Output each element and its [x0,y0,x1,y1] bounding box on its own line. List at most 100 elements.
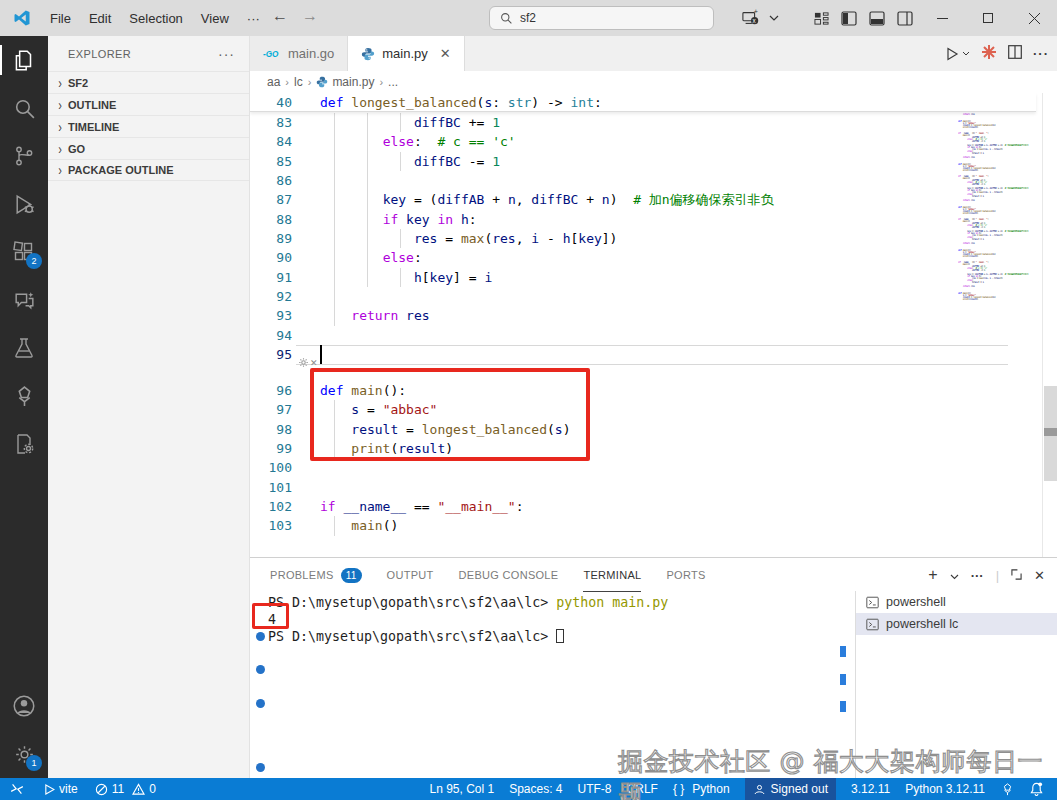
panel-more-icon[interactable]: ··· [971,568,984,583]
python-file-icon [361,47,375,61]
terminal-command: python main.py [556,595,668,610]
svg-text:+: + [754,9,758,16]
tab-main-go[interactable]: -GO main.go [250,36,348,71]
activity-source-control[interactable] [0,132,48,180]
breadcrumb: aa› lc› main.py› ... [250,71,1057,93]
terminal-cursor [556,629,564,643]
toggle-secondary-sidebar-icon[interactable] [891,0,919,36]
breadcrumb-item[interactable]: aa [267,75,280,89]
svg-text:-GO: -GO [263,50,279,59]
tab-main-py[interactable]: main.py ✕ [348,36,464,71]
activity-search[interactable] [0,84,48,132]
nav-back-icon[interactable]: ← [272,7,288,25]
code-line: 100 [250,458,1036,477]
activity-explorer[interactable] [0,36,48,84]
activity-account[interactable] [0,682,48,730]
vscode-window: File Edit Selection View ··· ← → sf2 +x [0,0,1057,800]
status-encoding[interactable]: UTF-8 [578,782,612,796]
editor-group: -GO main.go main.py ✕ ··· aa› lc› main.p… [250,36,1057,557]
menu-edit[interactable]: Edit [80,7,120,30]
sidebar-section-timeline[interactable]: ›TIMELINE [48,115,249,137]
activity-knot-extension[interactable] [0,372,48,420]
sidebar-more-icon[interactable]: ··· [218,46,235,62]
command-decoration-dot[interactable] [256,665,265,674]
sidebar-section-package-outline[interactable]: ›PACKAGE OUTLINE [48,159,249,181]
terminal-icon [866,596,879,609]
toggle-sidebar-icon[interactable] [835,0,863,36]
sidebar-section-go[interactable]: ›GO [48,137,249,159]
minimap[interactable]: diffBC += 1 else: # c == 'c' diffBC -= 1… [958,93,1034,557]
activity-file-gear-extension[interactable] [0,420,48,468]
split-editor-icon[interactable] [1008,45,1022,62]
search-icon [12,96,37,121]
search-icon [500,12,513,25]
code-line: 87 key = (diffAB + n, diffBC + n) # 加n偏移… [250,190,1036,209]
editor-more-icon[interactable]: ··· [1033,46,1049,61]
terminal-output[interactable]: PS D:\mysetup\gopath\src\sf2\aa\lc> pyth… [268,594,668,645]
menu-selection[interactable]: Selection [120,7,191,30]
watermark: 掘金技术社区 @ 福大大架构师每日一题 [618,745,1057,800]
starburst-extension-icon[interactable] [981,44,997,63]
sidebar-section-outline[interactable]: ›OUTLINE [48,93,249,115]
activity-settings[interactable]: 1 [0,730,48,778]
command-search-box[interactable]: sf2 [489,6,714,30]
activity-chat[interactable] [0,276,48,324]
screencast-chevron-icon[interactable] [765,0,783,36]
activity-testing[interactable] [0,324,48,372]
command-decoration-dot[interactable] [256,699,265,708]
activity-run-debug[interactable] [0,180,48,228]
panel-tab-ports[interactable]: PORTS [666,558,705,592]
terminal-dropdown-icon[interactable] [950,568,959,583]
tab-close-icon[interactable]: ✕ [440,46,451,61]
remote-indicator[interactable] [10,782,24,796]
menu-file[interactable]: File [41,7,80,30]
sidebar-section-sf2[interactable]: ›SF2 [48,71,249,93]
sticky-scroll-line[interactable]: 40def longest_balanced(s: str) -> int: [250,93,1036,112]
play-icon [44,784,55,795]
menu-more[interactable]: ··· [238,7,269,30]
panel-tab-debug-console[interactable]: DEBUG CONSOLE [459,558,559,592]
beaker-icon [12,336,36,360]
toggle-panel-icon[interactable] [863,0,891,36]
scrollbar-mark [840,646,846,657]
title-bar: File Edit Selection View ··· ← → sf2 +x [0,0,1057,36]
annotation-box-code [310,368,590,461]
tab-label: main.py [382,46,428,61]
window-maximize-button[interactable] [965,0,1011,36]
warning-icon [132,783,145,796]
code-line: 86 [250,171,1036,190]
status-problems[interactable]: 11 0 [95,782,156,796]
screencast-icon[interactable]: +x [737,0,765,36]
panel-tab-problems[interactable]: PROBLEMS11 [270,558,362,592]
menu-view[interactable]: View [192,7,238,30]
code-line: 91 h[key] = i [250,268,1036,287]
breadcrumb-item[interactable]: ... [388,75,398,89]
new-terminal-icon[interactable]: + [928,566,937,584]
activity-extensions[interactable]: 2 [0,228,48,276]
panel-tab-output[interactable]: OUTPUT [387,558,434,592]
panel-tab-terminal[interactable]: TERMINAL [583,558,641,592]
status-vite[interactable]: vite [44,782,78,796]
status-spaces[interactable]: Spaces: 4 [509,782,562,796]
breadcrumb-item[interactable]: main.py [332,75,374,89]
tab-strip: -GO main.go main.py ✕ [250,36,1057,71]
command-decoration-dot[interactable] [256,632,265,641]
window-close-button[interactable] [1011,0,1057,36]
window-minimize-button[interactable] [919,0,965,36]
terminal-list-item[interactable]: powershell [856,591,1057,613]
nav-forward-icon[interactable]: → [302,7,318,25]
code-editor[interactable]: 83 diffBC += 184 else: # c == 'c'85 diff… [250,93,1057,557]
terminal-list-item-selected[interactable]: powershell lc [856,613,1057,635]
files-icon [11,47,37,73]
sidebar-title: EXPLORER [68,48,131,60]
customize-layout-icon[interactable] [807,0,835,36]
chat-icon [12,288,37,313]
breadcrumb-item[interactable]: lc [294,75,303,89]
maximize-panel-icon[interactable] [1011,568,1022,583]
problems-badge: 11 [341,568,362,583]
editor-scrollbar[interactable] [1042,93,1057,557]
status-line-col[interactable]: Ln 95, Col 1 [429,782,494,796]
command-decoration-dot[interactable] [256,763,265,772]
close-panel-icon[interactable]: ✕ [1034,568,1045,583]
run-python-button[interactable] [945,47,970,61]
